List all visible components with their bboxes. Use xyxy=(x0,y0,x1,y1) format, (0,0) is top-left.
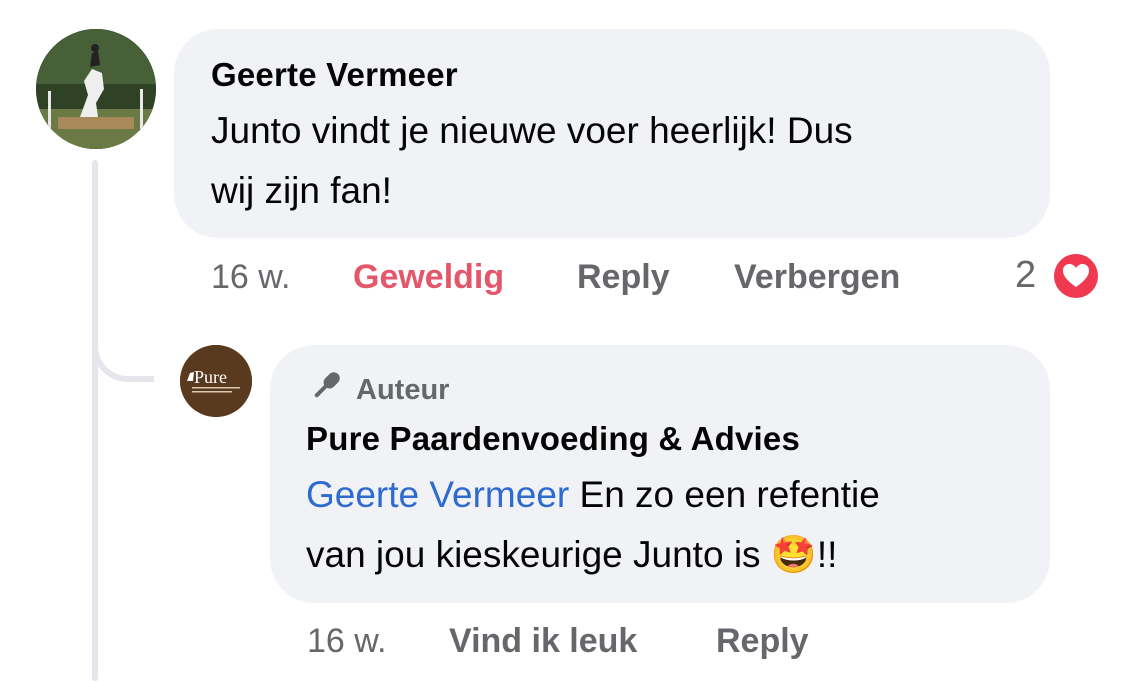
comment-text-line-2: wij zijn fan! xyxy=(211,170,392,211)
page-logo-avatar[interactable]: Pure xyxy=(180,345,252,417)
reply-reply-button[interactable]: Reply xyxy=(716,622,809,661)
logo-text: Pure xyxy=(194,367,227,387)
hide-button[interactable]: Verbergen xyxy=(734,258,900,297)
reply-text-line-2: van jou kieskeurige Junto is 🤩!! xyxy=(306,526,837,584)
comment-author[interactable]: Geerte Vermeer xyxy=(211,56,458,94)
reply-timestamp[interactable]: 16 w. xyxy=(307,622,386,661)
reply-connector xyxy=(92,300,154,382)
microphone-icon xyxy=(306,366,346,414)
pure-logo: Pure xyxy=(180,345,252,417)
star-struck-emoji: 🤩 xyxy=(770,534,817,575)
reply-text-line-1: Geerte Vermeer En zo een refentie xyxy=(306,466,880,524)
reply-button[interactable]: Reply xyxy=(577,258,670,297)
heart-icon[interactable] xyxy=(1051,251,1101,301)
comment-timestamp[interactable]: 16 w. xyxy=(211,258,290,297)
author-badge-label: Auteur xyxy=(356,373,450,406)
reply-like-button[interactable]: Vind ik leuk xyxy=(449,622,637,661)
horse-jump-photo xyxy=(36,29,156,149)
reply-author[interactable]: Pure Paardenvoeding & Advies xyxy=(306,420,800,458)
comment-text-line-1: Junto vindt je nieuwe voer heerlijk! Dus xyxy=(211,110,853,151)
reply-text-part-2: van jou kieskeurige Junto is xyxy=(306,534,771,575)
mention-link[interactable]: Geerte Vermeer xyxy=(306,474,569,515)
like-button[interactable]: Geweldig xyxy=(353,258,504,297)
avatar[interactable] xyxy=(36,29,156,149)
thread-line xyxy=(92,160,98,681)
author-badge: Auteur xyxy=(306,370,449,410)
reply-text-part-3: !! xyxy=(816,534,838,575)
reply-text-part-1: En zo een refentie xyxy=(569,474,880,515)
reaction-count[interactable]: 2 xyxy=(1015,254,1036,297)
